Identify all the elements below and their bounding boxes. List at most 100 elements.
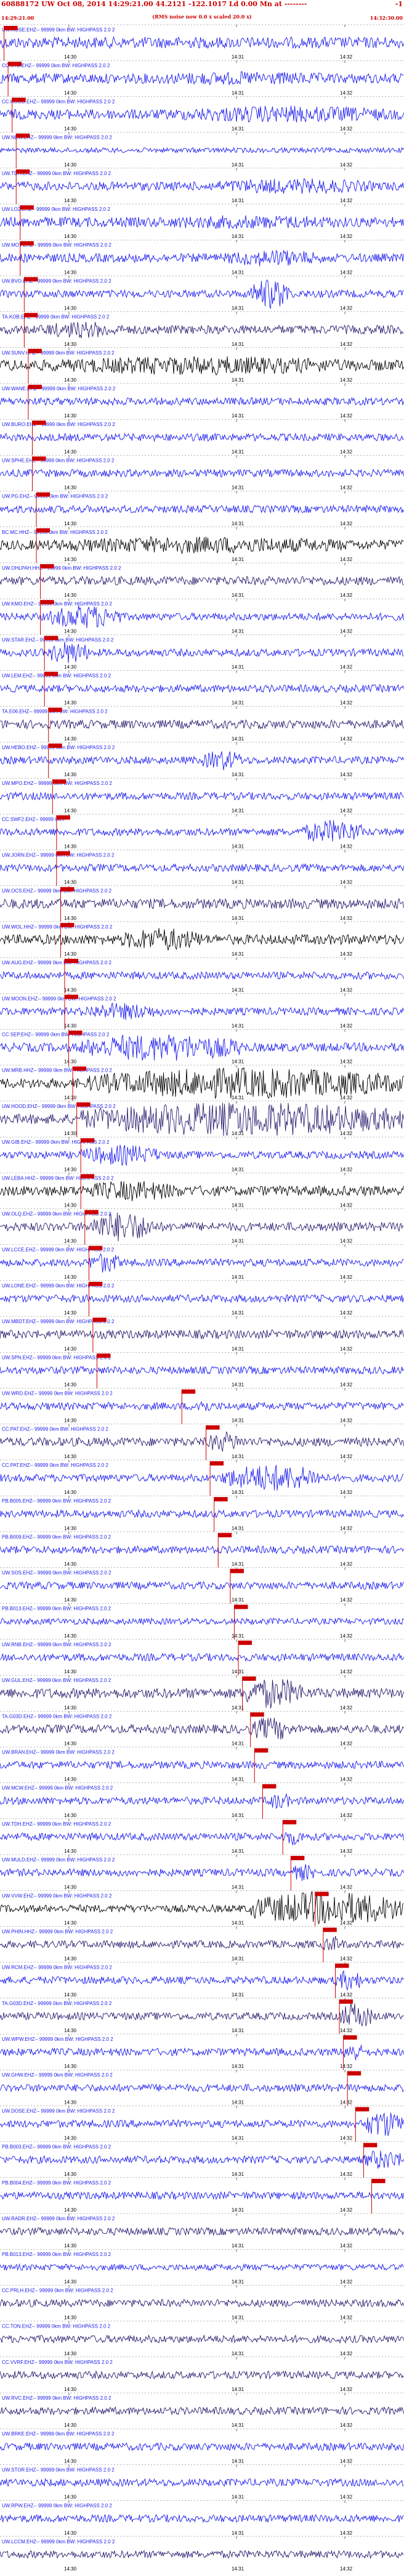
waveform-line xyxy=(0,605,404,628)
time-tick-label: 14:31 xyxy=(232,1633,244,1639)
waveform-line xyxy=(0,1760,404,1770)
time-tick-label: 14:32 xyxy=(340,485,353,491)
time-tick-label: 14:30 xyxy=(64,628,77,634)
time-tick-label: 14:30 xyxy=(64,1525,77,1531)
time-tick-label: 14:32 xyxy=(340,1167,353,1172)
station-label: TA.G03D.EHZ-- 99999 0km BW: HIGHPASS 2.0… xyxy=(2,2001,112,2006)
time-tick-label: 14:31 xyxy=(232,413,244,419)
waveform-line xyxy=(0,2083,404,2093)
time-tick-label: 14:32 xyxy=(340,1095,353,1101)
time-tick-label: 14:32 xyxy=(340,1131,353,1136)
time-tick-label: 14:32 xyxy=(340,1059,353,1065)
time-tick-label: 14:32 xyxy=(340,377,353,383)
time-tick-label: 14:32 xyxy=(340,1274,353,1280)
station-label: UW.RVC.EHZ-- 99999 0km BW: HIGHPASS 2.0 … xyxy=(2,2395,111,2401)
time-tick-label: 14:32 xyxy=(340,1346,353,1352)
time-tick-label: 14:31 xyxy=(232,1813,244,1818)
pick-marker xyxy=(64,959,78,964)
time-tick-label: 14:31 xyxy=(232,1777,244,1782)
time-tick-label: 14:30 xyxy=(64,1633,77,1639)
time-tick-label: 14:31 xyxy=(232,1561,244,1567)
waveform-line xyxy=(0,178,404,195)
waveform-line xyxy=(0,2112,404,2136)
time-tick-label: 14:32 xyxy=(340,1741,353,1746)
time-tick-label: 14:31 xyxy=(232,2458,244,2464)
station-label: PB.B005.EHZ-- 99999 0km BW: HIGHPASS 2.0… xyxy=(2,1498,111,1504)
time-tick-label: 14:31 xyxy=(232,1346,244,1352)
waveform-line xyxy=(0,1181,404,1202)
time-tick-label: 14:32 xyxy=(340,2422,353,2428)
time-tick-label: 14:30 xyxy=(64,1777,77,1782)
station-label: UW.BURO.EHZ-- 99999 0km BW: HIGHPASS 2.0… xyxy=(2,422,115,427)
time-tick-label: 14:31 xyxy=(232,342,244,347)
pick-marker xyxy=(89,1281,103,1286)
time-tick-label: 14:30 xyxy=(64,2495,77,2500)
time-tick-label: 14:32 xyxy=(340,808,353,813)
time-tick-label: 14:30 xyxy=(64,1920,77,1926)
time-tick-label: 14:32 xyxy=(340,557,353,562)
waveform-line xyxy=(0,791,404,801)
trace: UW.MBDT.EHZ-- 99999 0km BW: HIGHPASS 2.0… xyxy=(0,1316,404,1353)
time-tick-label: 14:30 xyxy=(64,2099,77,2105)
time-tick-label: 14:30 xyxy=(64,593,77,598)
waveform-line xyxy=(0,2442,404,2451)
trace: UW.HEBO.EHZ-- 99999 0km BW: HIGHPASS 2.0… xyxy=(0,742,404,779)
time-tick-label: 14:32 xyxy=(340,1239,353,1244)
trace: UW.NEW.EHZ-- 99999 0km BW: HIGHPASS 2.0 … xyxy=(0,132,404,168)
pick-marker xyxy=(32,456,46,461)
time-tick-label: 14:32 xyxy=(340,2566,353,2572)
pick-marker xyxy=(291,1856,305,1861)
trace: UW.TDH.EHZ-- 99999 0km BW: HIGHPASS 2.0 … xyxy=(0,168,404,204)
waveform-line xyxy=(0,504,404,514)
trace: TA.G03D.EHZ-- 99999 0km BW: HIGHPASS 2.0… xyxy=(0,1998,404,2035)
time-tick-label: 14:31 xyxy=(232,377,244,383)
trace: UW.PHIN.HHZ-- 99999 0km BW: HIGHPASS 2.0… xyxy=(0,1926,404,1963)
time-tick-label: 14:30 xyxy=(64,1848,77,1854)
trace: UW.OCS.EHZ-- 99999 0km BW: HIGHPASS 2.0 … xyxy=(0,885,404,922)
time-tick-label: 14:31 xyxy=(232,1598,244,1603)
time-tick-label: 14:31 xyxy=(232,1418,244,1424)
time-tick-label: 14:32 xyxy=(340,1813,353,1818)
time-tick-label: 14:32 xyxy=(340,593,353,598)
time-tick-label: 14:30 xyxy=(64,665,77,670)
time-tick-label: 14:32 xyxy=(340,2315,353,2321)
waveform-line xyxy=(0,1365,404,1375)
station-label: UW.MULD.EHZ-- 99999 0km BW: HIGHPASS 2.0… xyxy=(2,1857,115,1863)
time-tick-label: 14:32 xyxy=(340,2028,353,2033)
time-tick-label: 14:32 xyxy=(340,916,353,921)
time-tick-label: 14:31 xyxy=(232,2172,244,2177)
time-tick-label: 14:30 xyxy=(64,1131,77,1136)
time-tick-label: 14:31 xyxy=(232,1382,244,1387)
time-tick-label: 14:31 xyxy=(232,1884,244,1890)
time-tick-label: 14:30 xyxy=(64,916,77,921)
pick-marker xyxy=(68,1030,83,1035)
station-label: UW.OCS.EHZ-- 99999 0km BW: HIGHPASS 2.0 … xyxy=(2,888,112,894)
pick-marker xyxy=(283,1819,297,1824)
station-label: UW.WPW.EHZ-- 99999 0km BW: HIGHPASS 2.0 … xyxy=(2,2037,113,2042)
time-tick-label: 14:31 xyxy=(232,1669,244,1675)
pick-marker xyxy=(16,169,30,174)
station-label: UW.SPHE.EHZ-- 99999 0km BW: HIGHPASS 2.0… xyxy=(2,457,115,463)
pick-marker xyxy=(371,2178,386,2183)
time-tick-label: 14:32 xyxy=(340,628,353,634)
pick-marker xyxy=(60,922,75,927)
time-tick-label: 14:32 xyxy=(340,700,353,706)
time-tick-label: 14:31 xyxy=(232,1310,244,1316)
time-tick-label: 14:30 xyxy=(64,1023,77,1029)
waveform-line xyxy=(0,863,404,873)
trace: UW.ROSE.EHZ-- 99999 0km BW: HIGHPASS 2.0… xyxy=(0,24,404,61)
time-tick-label: 14:30 xyxy=(64,1490,77,1495)
time-tick-label: 14:31 xyxy=(232,485,244,491)
pick-marker xyxy=(64,995,78,999)
station-label: PB.B009.EHZ-- 99999 0km BW: HIGHPASS 2.0… xyxy=(2,1534,111,1540)
pick-marker xyxy=(254,1748,269,1753)
time-tick-label: 14:31 xyxy=(232,916,244,921)
time-tick-label: 14:31 xyxy=(232,2422,244,2428)
pick-marker xyxy=(56,851,70,856)
trace: UW.GIB.EHZ-- 99999 0km BW: HIGHPASS 2.0 … xyxy=(0,1136,404,1173)
trace: UW.GHW.EHZ-- 99999 0km BW: HIGHPASS 2.0 … xyxy=(0,2070,404,2106)
time-tick-label: 14:31 xyxy=(232,2243,244,2249)
waveform-line xyxy=(0,1793,404,1809)
waveform-line xyxy=(0,1717,404,1740)
time-tick-label: 14:30 xyxy=(64,736,77,742)
